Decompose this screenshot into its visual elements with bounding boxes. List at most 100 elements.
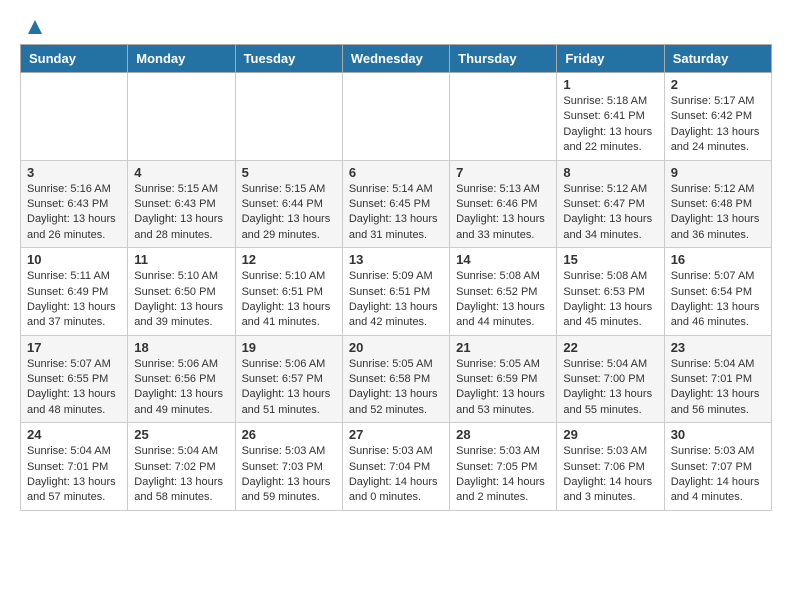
calendar-header-friday: Friday bbox=[557, 45, 664, 73]
day-info: Sunrise: 5:04 AM Sunset: 7:02 PM Dayligh… bbox=[134, 444, 228, 506]
day-info: Sunrise: 5:03 AM Sunset: 7:05 PM Dayligh… bbox=[456, 444, 550, 506]
calendar-header-sunday: Sunday bbox=[21, 45, 128, 73]
day-number: 8 bbox=[563, 165, 657, 180]
calendar-day-empty bbox=[342, 73, 449, 161]
day-info: Sunrise: 5:08 AM Sunset: 6:52 PM Dayligh… bbox=[456, 269, 550, 331]
day-info: Sunrise: 5:07 AM Sunset: 6:54 PM Dayligh… bbox=[671, 269, 765, 331]
day-number: 27 bbox=[349, 427, 443, 442]
calendar-day-20: 20 Sunrise: 5:05 AM Sunset: 6:58 PM Dayli… bbox=[342, 335, 449, 423]
day-info: Sunrise: 5:05 AM Sunset: 6:59 PM Dayligh… bbox=[456, 357, 550, 419]
day-number: 19 bbox=[242, 340, 336, 355]
day-info: Sunrise: 5:04 AM Sunset: 7:01 PM Dayligh… bbox=[27, 444, 121, 506]
day-number: 16 bbox=[671, 252, 765, 267]
day-number: 29 bbox=[563, 427, 657, 442]
day-number: 21 bbox=[456, 340, 550, 355]
calendar-day-9: 9 Sunrise: 5:12 AM Sunset: 6:48 PM Daylig… bbox=[664, 160, 771, 248]
calendar-day-14: 14 Sunrise: 5:08 AM Sunset: 6:52 PM Dayli… bbox=[450, 248, 557, 336]
calendar-day-10: 10 Sunrise: 5:11 AM Sunset: 6:49 PM Dayli… bbox=[21, 248, 128, 336]
calendar-header-thursday: Thursday bbox=[450, 45, 557, 73]
day-number: 4 bbox=[134, 165, 228, 180]
calendar-header-wednesday: Wednesday bbox=[342, 45, 449, 73]
calendar-day-1: 1 Sunrise: 5:18 AM Sunset: 6:41 PM Daylig… bbox=[557, 73, 664, 161]
page-container: SundayMondayTuesdayWednesdayThursdayFrid… bbox=[0, 0, 792, 527]
calendar-day-5: 5Sunrise: 5:15 AM Sunset: 6:44 PM Daylig… bbox=[235, 160, 342, 248]
day-number: 11 bbox=[134, 252, 228, 267]
calendar-day-empty bbox=[21, 73, 128, 161]
day-info: Sunrise: 5:14 AM Sunset: 6:45 PM Dayligh… bbox=[349, 182, 443, 244]
day-info: Sunrise: 5:12 AM Sunset: 6:47 PM Dayligh… bbox=[563, 182, 657, 244]
day-number: 26 bbox=[242, 427, 336, 442]
page-header bbox=[20, 16, 772, 34]
calendar-day-25: 25 Sunrise: 5:04 AM Sunset: 7:02 PM Dayli… bbox=[128, 423, 235, 511]
calendar-day-12: 12 Sunrise: 5:10 AM Sunset: 6:51 PM Dayli… bbox=[235, 248, 342, 336]
day-number: 2 bbox=[671, 77, 765, 92]
calendar-table: SundayMondayTuesdayWednesdayThursdayFrid… bbox=[20, 44, 772, 511]
calendar-week-1: 1 Sunrise: 5:18 AM Sunset: 6:41 PM Daylig… bbox=[21, 73, 772, 161]
day-number: 7 bbox=[456, 165, 550, 180]
calendar-day-2: 2 Sunrise: 5:17 AM Sunset: 6:42 PM Daylig… bbox=[664, 73, 771, 161]
calendar-day-22: 22Sunrise: 5:04 AM Sunset: 7:00 PM Dayli… bbox=[557, 335, 664, 423]
day-info: Sunrise: 5:06 AM Sunset: 6:57 PM Dayligh… bbox=[242, 357, 336, 419]
day-info: Sunrise: 5:13 AM Sunset: 6:46 PM Dayligh… bbox=[456, 182, 550, 244]
calendar-day-empty bbox=[235, 73, 342, 161]
day-number: 30 bbox=[671, 427, 765, 442]
day-info: Sunrise: 5:04 AM Sunset: 7:01 PM Dayligh… bbox=[671, 357, 765, 419]
day-info: Sunrise: 5:18 AM Sunset: 6:41 PM Dayligh… bbox=[563, 94, 657, 156]
day-number: 20 bbox=[349, 340, 443, 355]
calendar-day-21: 21 Sunrise: 5:05 AM Sunset: 6:59 PM Dayli… bbox=[450, 335, 557, 423]
calendar-header-saturday: Saturday bbox=[664, 45, 771, 73]
calendar-day-16: 16 Sunrise: 5:07 AM Sunset: 6:54 PM Dayli… bbox=[664, 248, 771, 336]
calendar-day-7: 7 Sunrise: 5:13 AM Sunset: 6:46 PM Daylig… bbox=[450, 160, 557, 248]
calendar-day-18: 18 Sunrise: 5:06 AM Sunset: 6:56 PM Dayli… bbox=[128, 335, 235, 423]
day-number: 25 bbox=[134, 427, 228, 442]
calendar-day-23: 23 Sunrise: 5:04 AM Sunset: 7:01 PM Dayli… bbox=[664, 335, 771, 423]
day-number: 9 bbox=[671, 165, 765, 180]
calendar-day-26: 26 Sunrise: 5:03 AM Sunset: 7:03 PM Dayli… bbox=[235, 423, 342, 511]
day-info: Sunrise: 5:10 AM Sunset: 6:51 PM Dayligh… bbox=[242, 269, 336, 331]
calendar-week-5: 24Sunrise: 5:04 AM Sunset: 7:01 PM Dayli… bbox=[21, 423, 772, 511]
calendar-header-row: SundayMondayTuesdayWednesdayThursdayFrid… bbox=[21, 45, 772, 73]
day-number: 10 bbox=[27, 252, 121, 267]
calendar-day-15: 15Sunrise: 5:08 AM Sunset: 6:53 PM Dayli… bbox=[557, 248, 664, 336]
calendar-day-3: 3 Sunrise: 5:16 AM Sunset: 6:43 PM Daylig… bbox=[21, 160, 128, 248]
day-number: 28 bbox=[456, 427, 550, 442]
calendar-day-29: 29 Sunrise: 5:03 AM Sunset: 7:06 PM Dayli… bbox=[557, 423, 664, 511]
day-info: Sunrise: 5:15 AM Sunset: 6:43 PM Dayligh… bbox=[134, 182, 228, 244]
calendar-week-2: 3 Sunrise: 5:16 AM Sunset: 6:43 PM Daylig… bbox=[21, 160, 772, 248]
day-info: Sunrise: 5:03 AM Sunset: 7:06 PM Dayligh… bbox=[563, 444, 657, 506]
calendar-day-30: 30 Sunrise: 5:03 AM Sunset: 7:07 PM Dayli… bbox=[664, 423, 771, 511]
day-number: 5 bbox=[242, 165, 336, 180]
calendar-week-3: 10 Sunrise: 5:11 AM Sunset: 6:49 PM Dayli… bbox=[21, 248, 772, 336]
calendar-day-28: 28 Sunrise: 5:03 AM Sunset: 7:05 PM Dayli… bbox=[450, 423, 557, 511]
day-info: Sunrise: 5:03 AM Sunset: 7:03 PM Dayligh… bbox=[242, 444, 336, 506]
logo-icon bbox=[24, 16, 46, 38]
calendar-day-6: 6Sunrise: 5:14 AM Sunset: 6:45 PM Daylig… bbox=[342, 160, 449, 248]
day-info: Sunrise: 5:08 AM Sunset: 6:53 PM Dayligh… bbox=[563, 269, 657, 331]
day-number: 3 bbox=[27, 165, 121, 180]
calendar-body: 1 Sunrise: 5:18 AM Sunset: 6:41 PM Daylig… bbox=[21, 73, 772, 511]
day-info: Sunrise: 5:17 AM Sunset: 6:42 PM Dayligh… bbox=[671, 94, 765, 156]
calendar-header-monday: Monday bbox=[128, 45, 235, 73]
day-number: 23 bbox=[671, 340, 765, 355]
day-info: Sunrise: 5:10 AM Sunset: 6:50 PM Dayligh… bbox=[134, 269, 228, 331]
day-info: Sunrise: 5:06 AM Sunset: 6:56 PM Dayligh… bbox=[134, 357, 228, 419]
day-info: Sunrise: 5:11 AM Sunset: 6:49 PM Dayligh… bbox=[27, 269, 121, 331]
day-number: 14 bbox=[456, 252, 550, 267]
day-number: 18 bbox=[134, 340, 228, 355]
day-info: Sunrise: 5:03 AM Sunset: 7:04 PM Dayligh… bbox=[349, 444, 443, 506]
day-number: 1 bbox=[563, 77, 657, 92]
day-number: 17 bbox=[27, 340, 121, 355]
day-info: Sunrise: 5:05 AM Sunset: 6:58 PM Dayligh… bbox=[349, 357, 443, 419]
day-number: 13 bbox=[349, 252, 443, 267]
calendar-day-17: 17Sunrise: 5:07 AM Sunset: 6:55 PM Dayli… bbox=[21, 335, 128, 423]
calendar-header-tuesday: Tuesday bbox=[235, 45, 342, 73]
day-info: Sunrise: 5:04 AM Sunset: 7:00 PM Dayligh… bbox=[563, 357, 657, 419]
day-info: Sunrise: 5:03 AM Sunset: 7:07 PM Dayligh… bbox=[671, 444, 765, 506]
logo bbox=[20, 16, 46, 34]
day-number: 12 bbox=[242, 252, 336, 267]
day-info: Sunrise: 5:12 AM Sunset: 6:48 PM Dayligh… bbox=[671, 182, 765, 244]
day-info: Sunrise: 5:16 AM Sunset: 6:43 PM Dayligh… bbox=[27, 182, 121, 244]
day-info: Sunrise: 5:09 AM Sunset: 6:51 PM Dayligh… bbox=[349, 269, 443, 331]
calendar-day-4: 4 Sunrise: 5:15 AM Sunset: 6:43 PM Daylig… bbox=[128, 160, 235, 248]
calendar-day-24: 24Sunrise: 5:04 AM Sunset: 7:01 PM Dayli… bbox=[21, 423, 128, 511]
